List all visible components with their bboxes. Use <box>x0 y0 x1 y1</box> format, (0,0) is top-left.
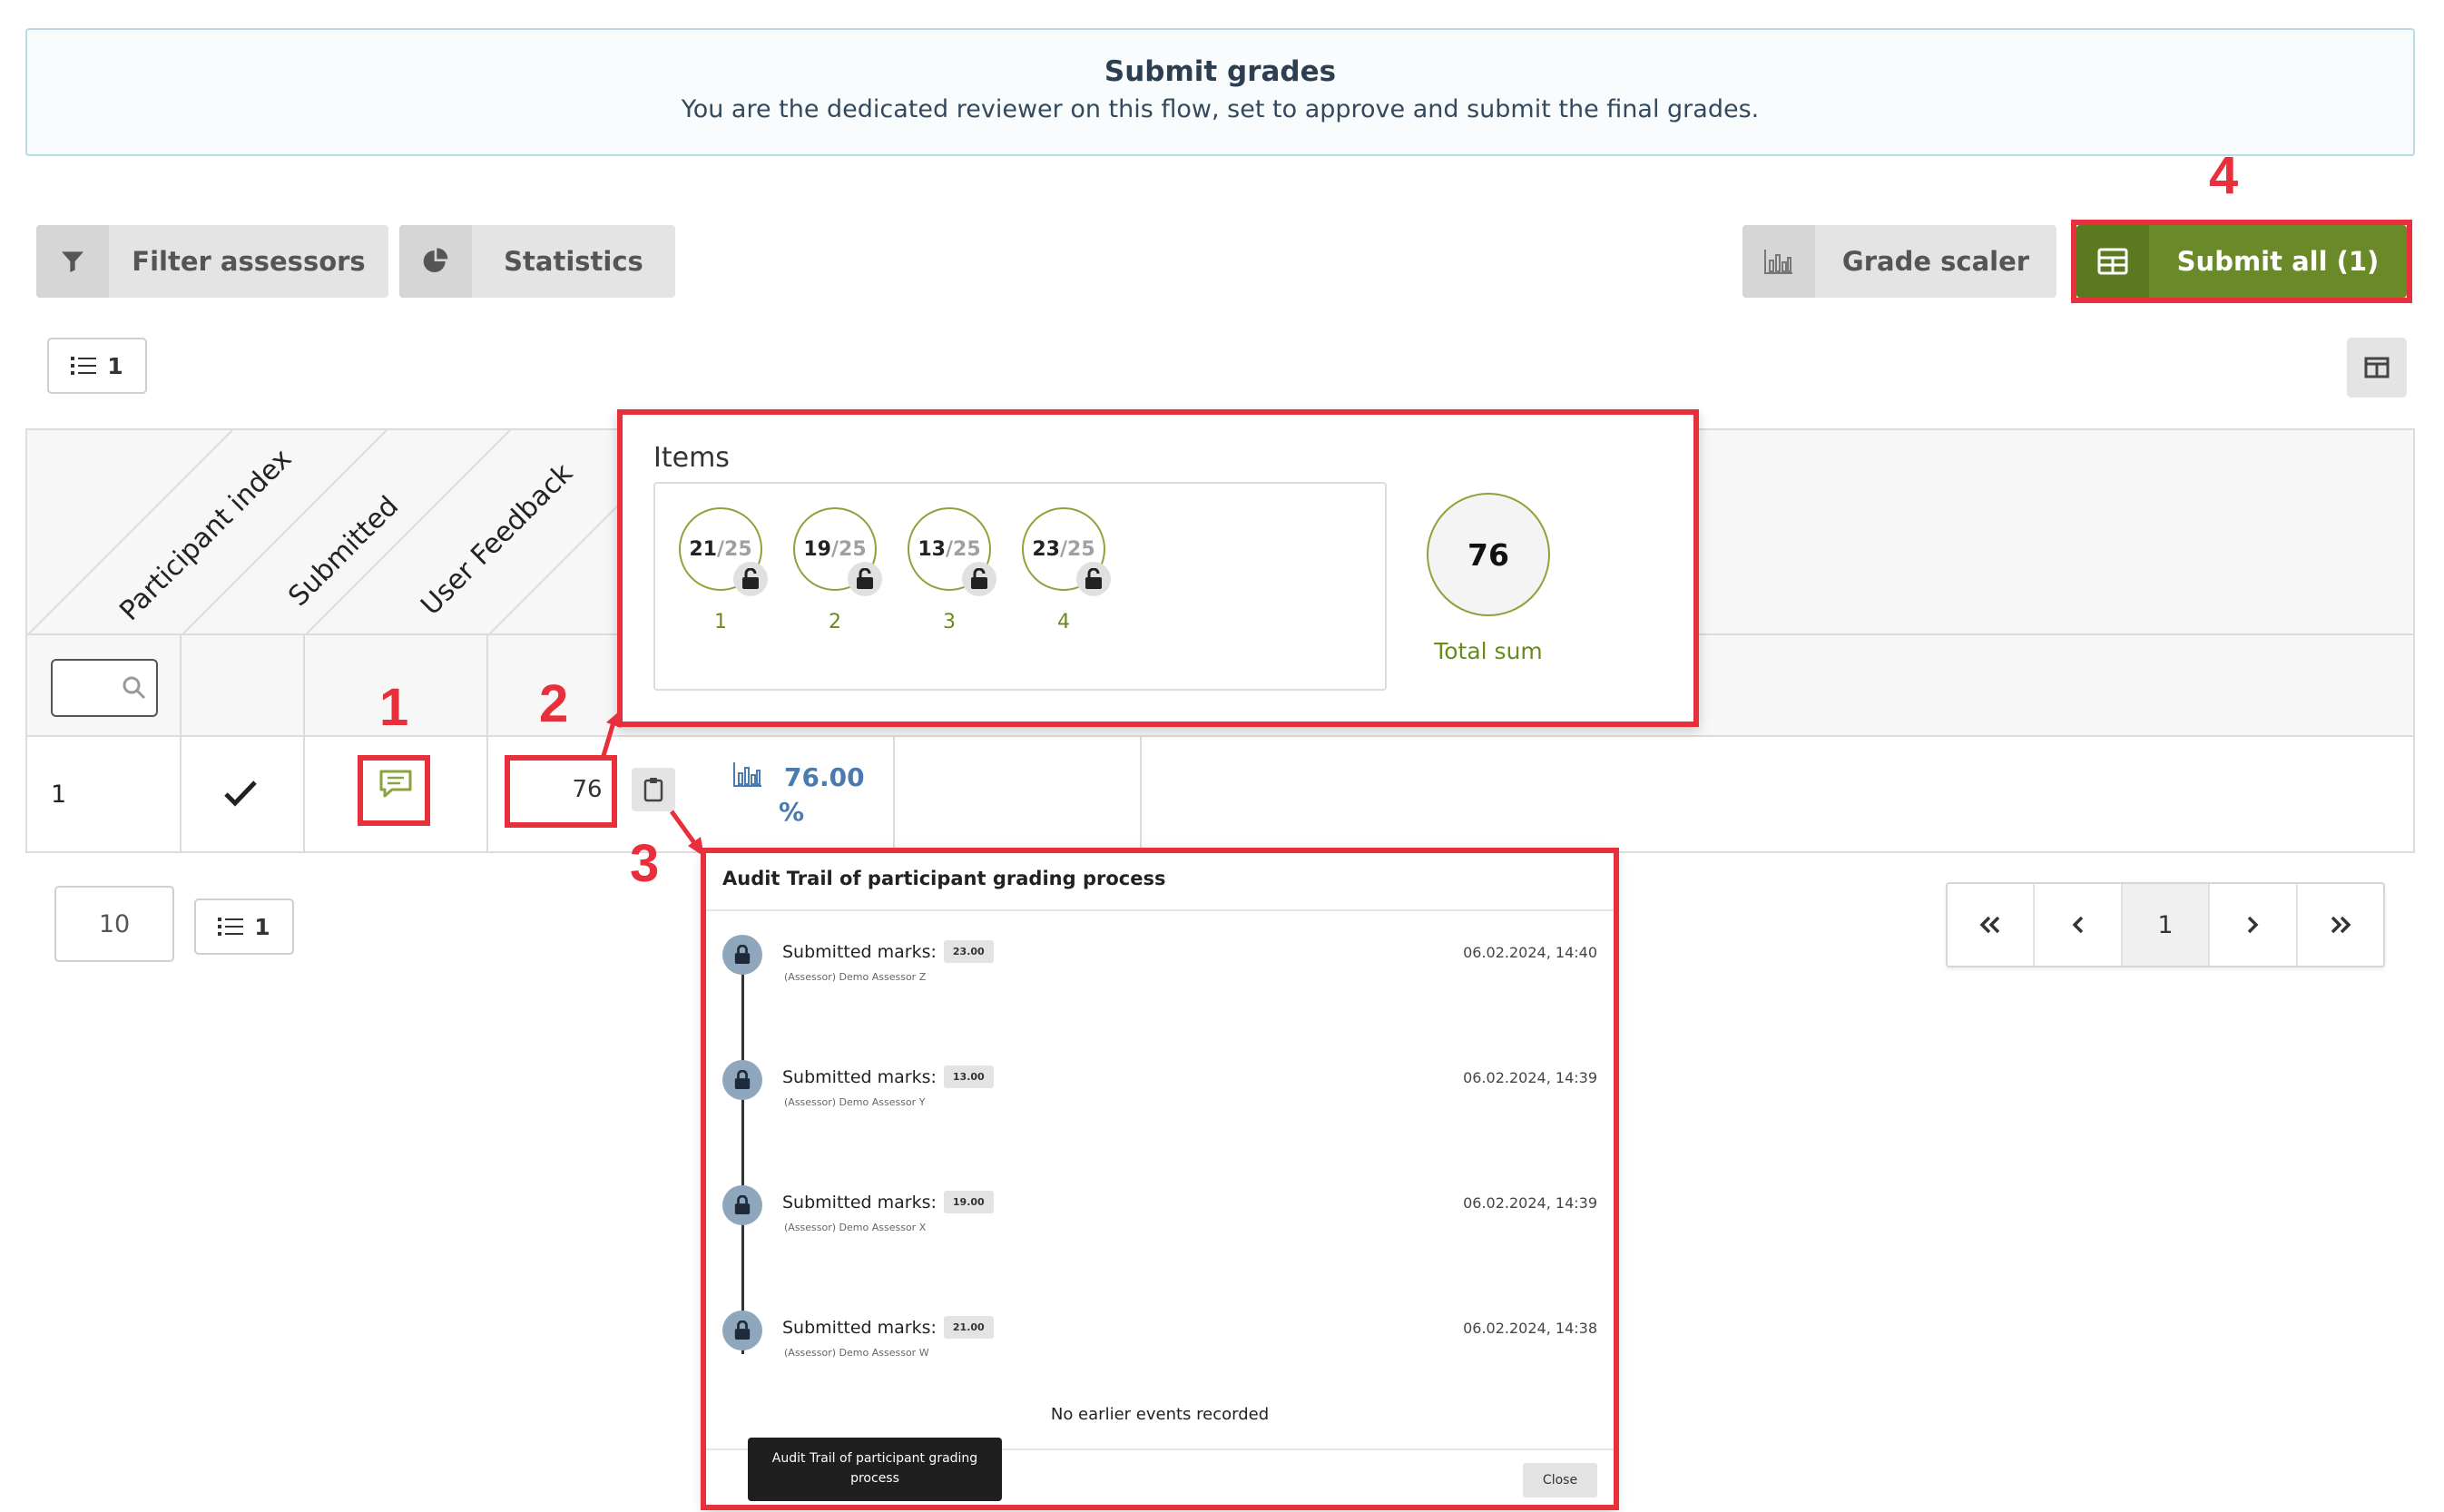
current-page-button[interactable]: 1 <box>2122 884 2211 966</box>
chevron-right-icon <box>2248 916 2259 934</box>
grade-scaler-label: Grade scaler <box>1841 246 2030 277</box>
statistics-button[interactable]: Statistics <box>399 225 675 298</box>
chevrons-right-icon <box>2331 916 2351 934</box>
annotation-box-4 <box>2071 220 2412 303</box>
chevrons-left-icon <box>1979 916 2000 934</box>
list-icon <box>71 357 97 375</box>
filter-assessors-label: Filter assessors <box>132 246 366 277</box>
search-icon <box>123 676 146 700</box>
audit-tooltip: Audit Trail of participant grading proce… <box>748 1438 1002 1501</box>
page-size-select[interactable]: 10 <box>54 886 174 962</box>
annotation-box-1 <box>358 755 430 826</box>
annotation-number-2: 2 <box>539 674 569 733</box>
percent-chart-icon <box>733 762 761 787</box>
row-count-bottom-button[interactable]: 1 <box>194 898 294 955</box>
participant-index-cell: 1 <box>51 781 67 809</box>
pagination: 1 <box>1946 882 2385 967</box>
columns-icon <box>2364 357 2390 378</box>
submit-grades-banner: Submit grades You are the dedicated revi… <box>25 28 2415 156</box>
prev-page-button[interactable] <box>2035 884 2123 966</box>
participant-search-input[interactable] <box>51 659 158 717</box>
row-count-button[interactable]: 1 <box>47 338 147 394</box>
column-toggle-button[interactable] <box>2347 338 2407 398</box>
first-page-button[interactable] <box>1948 884 2036 966</box>
list-icon <box>218 918 244 936</box>
banner-subtitle: You are the dedicated reviewer on this f… <box>681 95 1760 123</box>
grade-scaler-button[interactable]: Grade scaler <box>1742 225 2056 298</box>
banner-title: Submit grades <box>1104 55 1337 88</box>
annotation-box-items <box>617 409 1699 727</box>
annotation-number-1: 1 <box>379 678 409 737</box>
chevron-left-icon <box>2072 916 2083 934</box>
percent-value: 76.00 <box>784 762 865 792</box>
bar-chart-icon <box>1742 225 1815 298</box>
annotation-box-3 <box>701 848 1619 1510</box>
percent-sign: % <box>779 797 805 827</box>
filter-assessors-button[interactable]: Filter assessors <box>36 225 388 298</box>
checkmark-icon <box>224 781 257 807</box>
filter-icon <box>36 225 109 298</box>
annotation-arrows <box>600 712 704 857</box>
row-count-bottom-value: 1 <box>254 913 270 940</box>
last-page-button[interactable] <box>2298 884 2383 966</box>
row-count-value: 1 <box>107 352 123 379</box>
statistics-label: Statistics <box>504 246 643 277</box>
pie-chart-icon <box>399 225 472 298</box>
annotation-number-4: 4 <box>2209 146 2239 205</box>
next-page-button[interactable] <box>2210 884 2298 966</box>
